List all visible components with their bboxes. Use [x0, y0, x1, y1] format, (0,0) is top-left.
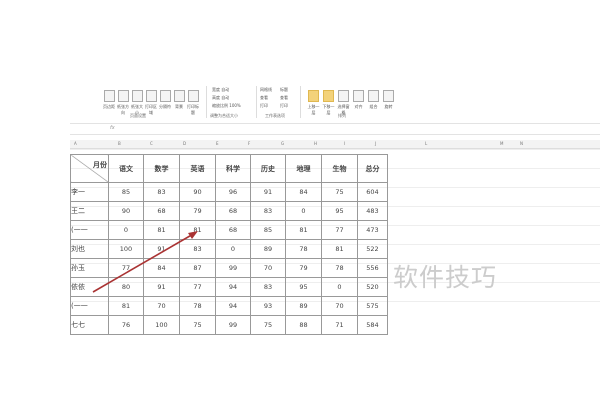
- arrow-annotation: [92, 231, 198, 293]
- watermark: 软件技巧: [393, 263, 498, 292]
